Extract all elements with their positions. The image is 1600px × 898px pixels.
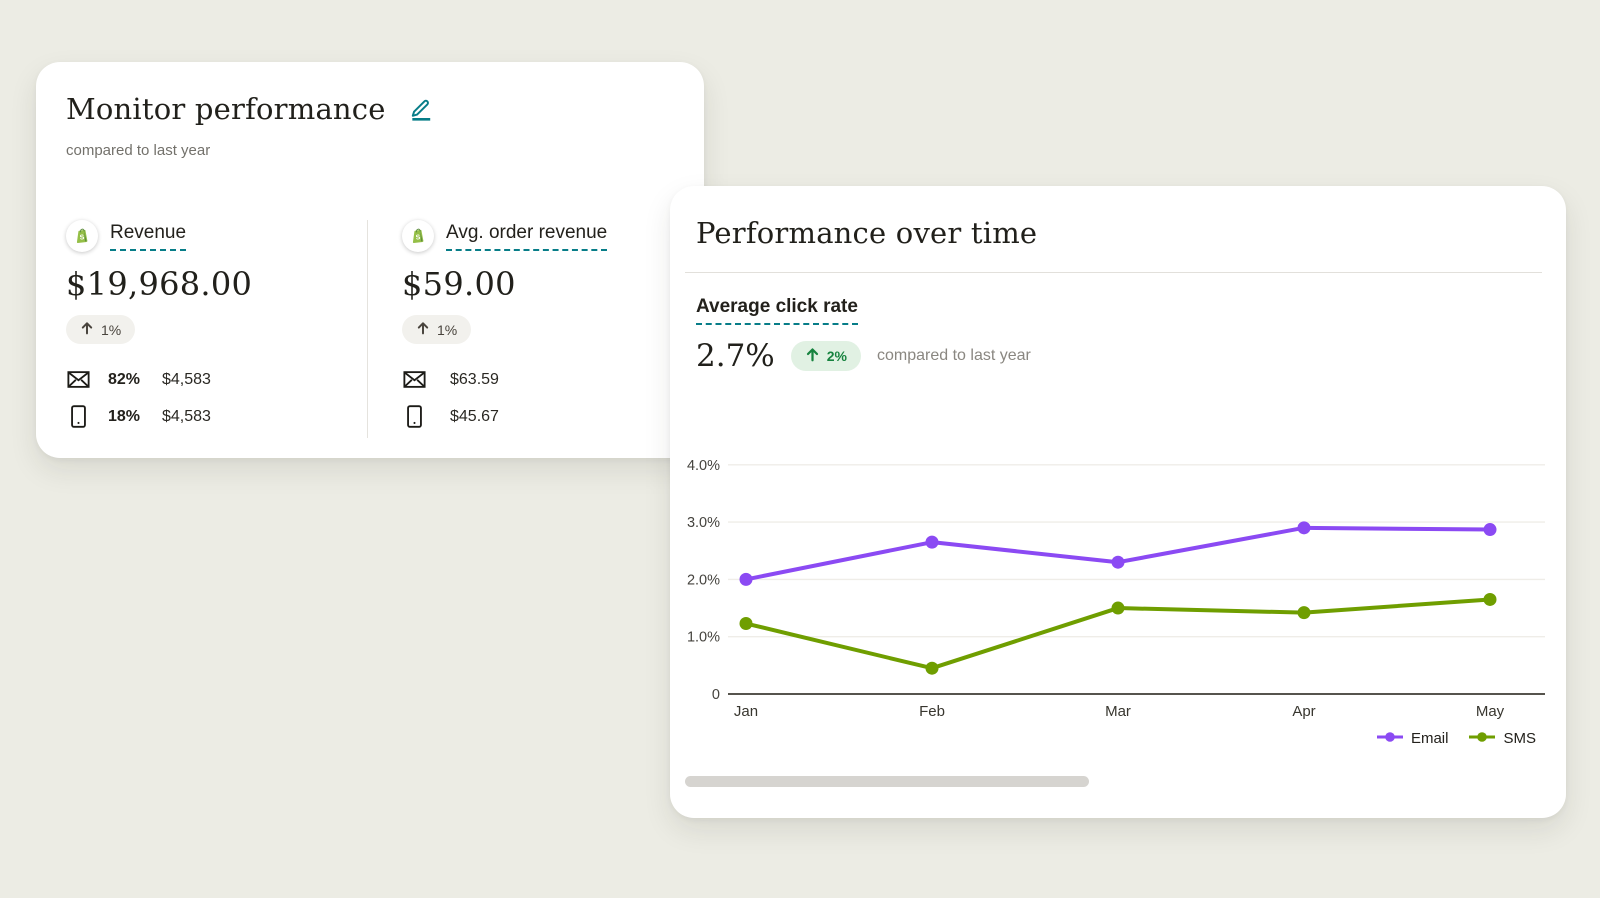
email-revenue: $4,583 [162,371,211,389]
change-badge-positive: 2% [791,341,861,371]
legend-item-email[interactable]: Email [1376,730,1449,747]
svg-text:Mar: Mar [1105,703,1131,720]
arrow-up-icon [80,321,94,338]
sms-phone-icon [66,405,90,428]
pencil-icon [408,95,434,124]
metric-value-revenue: $19,968.00 [66,265,347,303]
svg-text:0: 0 [712,687,720,703]
email-icon [402,370,426,389]
sms-phone-icon [402,405,426,428]
legend-label: SMS [1503,730,1536,747]
channel-row-email: 82% $4,583 [66,370,347,389]
monitor-card-title: Monitor performance [66,92,386,126]
monitor-card-subtitle: compared to last year [66,142,210,159]
sms-share: 18% [108,408,154,426]
channel-row-email: $63.59 [402,370,607,389]
legend-label: Email [1411,730,1449,747]
sms-revenue: $4,583 [162,408,211,426]
average-click-rate-label[interactable]: Average click rate [696,296,858,325]
email-series-marker-icon [1376,730,1404,747]
arrow-up-icon [805,347,820,365]
legend-item-sms[interactable]: SMS [1468,730,1536,747]
comparison-label: compared to last year [877,347,1031,365]
svg-text:Jan: Jan [734,703,758,720]
svg-text:Apr: Apr [1292,703,1315,720]
average-click-rate-value: 2.7% [696,338,775,374]
metric-label-revenue[interactable]: Revenue [110,222,186,251]
sms-series-marker-icon [1468,730,1496,747]
dashboard-canvas: Monitor performance compared to last yea… [0,0,1600,898]
channel-row-sms: $45.67 [402,405,607,428]
channel-row-sms: 18% $4,583 [66,405,347,428]
change-value: 2% [827,348,847,364]
svg-text:4.0%: 4.0% [687,458,720,474]
email-share: 82% [108,371,154,389]
change-value: 1% [437,322,457,338]
change-badge: 1% [402,315,471,344]
monitor-performance-card: Monitor performance compared to last yea… [36,62,704,458]
svg-text:Feb: Feb [919,703,945,720]
svg-text:2.0%: 2.0% [687,572,720,588]
change-badge: 1% [66,315,135,344]
metric-avg-order-revenue: S Avg. order revenue $59.00 1% [367,220,607,438]
svg-text:3.0%: 3.0% [687,515,720,531]
metric-value-avg-order-revenue: $59.00 [402,265,607,303]
shopify-icon: S [66,220,98,252]
svg-text:May: May [1476,703,1505,720]
email-icon [66,370,90,389]
email-avg-order: $63.59 [450,371,499,389]
metric-label-avg-order-revenue[interactable]: Avg. order revenue [446,222,607,251]
click-rate-line-chart[interactable]: 4.0% 3.0% 2.0% 1.0% 0 Jan Feb Mar Apr May [682,436,1550,721]
divider [685,272,1542,273]
metric-revenue: S Revenue $19,968.00 1% [66,220,367,438]
performance-card-title: Performance over time [696,216,1037,250]
shopify-icon: S [402,220,434,252]
metrics-row: S Revenue $19,968.00 1% [66,220,704,438]
change-value: 1% [101,322,121,338]
arrow-up-icon [416,321,430,338]
performance-over-time-card: Performance over time Average click rate… [670,186,1566,818]
chart-legend: Email SMS [1376,730,1536,747]
horizontal-scrollbar-thumb[interactable] [685,776,1089,787]
svg-text:1.0%: 1.0% [687,630,720,646]
sms-avg-order: $45.67 [450,408,499,426]
edit-button[interactable] [406,94,436,124]
